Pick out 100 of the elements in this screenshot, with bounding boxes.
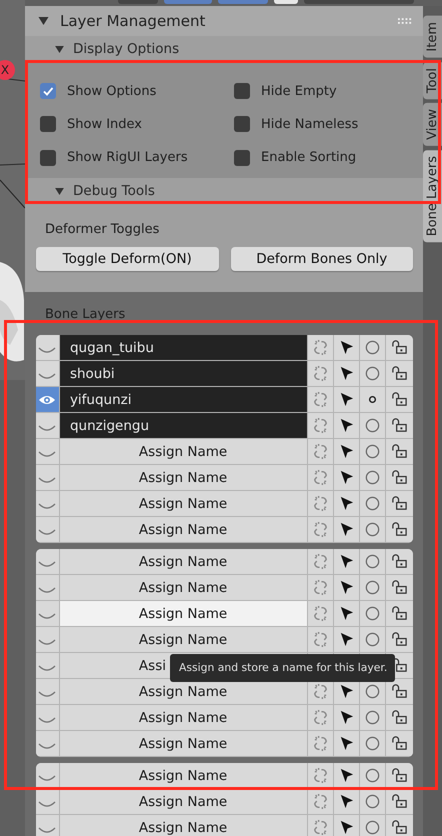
unlocked-padlock-icon [391, 417, 408, 434]
broken-chain-icon [312, 793, 330, 810]
closed-eye-icon [38, 372, 56, 380]
layer-name-field[interactable]: shoubi [60, 361, 308, 386]
visibility-toggle[interactable] [36, 705, 60, 730]
unlocked-padlock-icon [391, 709, 408, 726]
visibility-toggle[interactable] [36, 789, 60, 814]
layer-name-field[interactable]: qugan_tuibu [60, 335, 308, 360]
circle-icon [364, 417, 382, 434]
visibility-toggle[interactable] [36, 549, 60, 574]
drag-handle-icon[interactable] [398, 18, 413, 24]
cursor-icon [338, 793, 356, 810]
unlocked-padlock-icon [391, 579, 408, 596]
cursor-icon [338, 417, 356, 434]
tooltip: Assign and store a name for this layer. [170, 654, 396, 682]
layer-name-field[interactable]: yifuqunzi [60, 387, 308, 412]
visibility-toggle[interactable] [36, 413, 60, 438]
broken-chain-icon [312, 553, 330, 570]
assign-name-button[interactable]: Assign Name [60, 601, 308, 626]
cursor-icon [338, 819, 356, 836]
closed-eye-icon [38, 800, 56, 808]
checkbox-option[interactable]: Show Index [40, 113, 234, 136]
visibility-toggle[interactable] [36, 815, 60, 836]
checkbox[interactable] [40, 150, 56, 166]
unlocked-padlock-icon [391, 495, 408, 512]
circle-icon [364, 735, 382, 752]
visibility-toggle[interactable] [36, 517, 60, 542]
closed-eye-icon [38, 502, 56, 510]
visibility-toggle[interactable] [36, 439, 60, 464]
checkbox[interactable] [40, 83, 56, 99]
visibility-toggle[interactable] [36, 387, 60, 412]
panel-title: Layer Management [60, 12, 206, 30]
visibility-toggle[interactable] [36, 763, 60, 788]
circle-icon [364, 443, 382, 460]
closed-eye-icon [38, 560, 56, 568]
visibility-toggle[interactable] [36, 627, 60, 652]
broken-chain-icon [312, 443, 330, 460]
toggle-button[interactable]: Deform Bones Only [230, 247, 413, 271]
visibility-toggle[interactable] [36, 491, 60, 516]
visibility-toggle[interactable] [36, 575, 60, 600]
unlocked-padlock-icon [391, 469, 408, 486]
checkbox-option[interactable]: Hide Nameless [234, 113, 423, 136]
unlocked-padlock-icon [391, 605, 408, 622]
broken-chain-icon [312, 605, 330, 622]
checkbox[interactable] [40, 116, 56, 132]
circle-icon [364, 605, 382, 622]
broken-chain-icon [312, 735, 330, 752]
cursor-icon [338, 605, 356, 622]
subpanel-header[interactable]: Display Options [25, 36, 423, 62]
circle-icon [364, 683, 382, 700]
sidebar-tab[interactable]: Item [423, 16, 442, 58]
visibility-toggle[interactable] [36, 653, 60, 678]
subpanel-title: Display Options [73, 41, 180, 57]
checkmark-icon [42, 85, 54, 97]
visibility-toggle[interactable] [36, 679, 60, 704]
panel-header[interactable]: Layer Management [25, 6, 423, 36]
unlocked-padlock-icon [391, 767, 408, 784]
cursor-icon [338, 735, 356, 752]
visibility-toggle[interactable] [36, 601, 60, 626]
cursor-icon [338, 391, 356, 408]
unlocked-padlock-icon [391, 521, 408, 538]
checkbox[interactable] [234, 150, 250, 166]
cursor-icon [338, 767, 356, 784]
unlocked-padlock-icon [391, 819, 408, 836]
circle-icon [364, 579, 382, 596]
closed-eye-icon [38, 638, 56, 646]
checkbox-option[interactable]: Show RigUI Layers [40, 146, 234, 169]
collapse-icon [55, 188, 64, 194]
unlocked-padlock-icon [391, 631, 408, 648]
unlocked-padlock-icon [391, 365, 408, 382]
unlocked-padlock-icon [391, 391, 408, 408]
section-label: Deformer Toggles [44, 222, 160, 237]
checkbox[interactable] [234, 83, 250, 99]
visibility-toggle[interactable] [36, 465, 60, 490]
cursor-icon [338, 339, 356, 356]
broken-chain-icon [312, 417, 330, 434]
circle-icon [364, 495, 382, 512]
checkbox-option[interactable]: Show Options [40, 80, 234, 102]
closed-eye-icon [38, 690, 56, 698]
eye-icon [38, 394, 56, 406]
unlocked-padlock-icon [391, 553, 408, 570]
circle-icon [364, 521, 382, 538]
visibility-toggle[interactable] [36, 335, 60, 360]
closed-eye-icon [38, 528, 56, 536]
broken-chain-icon [312, 709, 330, 726]
subpanel-title: Debug Tools [73, 183, 155, 199]
toggle-button[interactable]: Toggle Deform(ON) [36, 247, 218, 271]
visibility-toggle[interactable] [36, 361, 60, 386]
cursor-icon [338, 443, 356, 460]
checkbox-option[interactable]: Enable Sorting [234, 146, 423, 169]
layer-name-field[interactable]: qunzigengu [60, 413, 308, 438]
unlocked-padlock-icon [391, 735, 408, 752]
closed-eye-icon [38, 742, 56, 750]
closed-eye-icon [38, 826, 56, 834]
closed-eye-icon [38, 476, 56, 484]
visibility-toggle[interactable] [36, 731, 60, 756]
cursor-icon [338, 709, 356, 726]
collapse-icon [55, 46, 64, 52]
checkbox[interactable] [234, 116, 250, 132]
checkbox-option[interactable]: Hide Empty [234, 80, 423, 102]
